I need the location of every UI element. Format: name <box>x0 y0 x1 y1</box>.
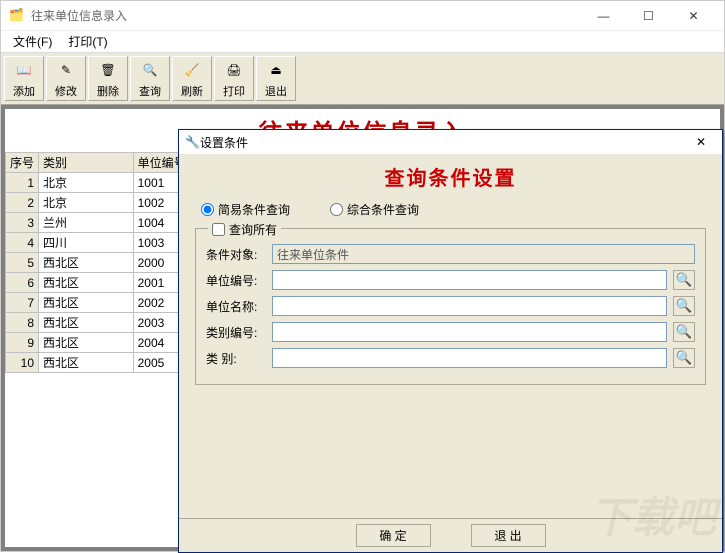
unitname-label: 单位名称: <box>206 298 266 315</box>
trash-icon: 🗑 <box>96 58 120 82</box>
toolbar-refresh[interactable]: 🧹刷新 <box>172 56 212 101</box>
unitname-input[interactable] <box>272 296 667 316</box>
query-dialog: 🔧 设置条件 ✕ 查询条件设置 简易条件查询 综合条件查询 查询所有 条件对象: <box>178 129 723 553</box>
catcode-lookup-button[interactable]: 🔍 <box>673 322 695 342</box>
exit-button[interactable]: 退 出 <box>471 524 546 547</box>
minimize-button[interactable]: — <box>581 2 626 30</box>
maximize-button[interactable]: ☐ <box>626 2 671 30</box>
dialog-icon: 🔧 <box>185 135 200 149</box>
toolbar-edit[interactable]: ✎修改 <box>46 56 86 101</box>
app-icon: 🗂️ <box>9 8 25 24</box>
dialog-title: 设置条件 <box>200 134 686 151</box>
toolbar-print[interactable]: 🖨打印 <box>214 56 254 101</box>
broom-icon: 🧹 <box>180 58 204 82</box>
main-window: 🗂️ 往来单位信息录入 — ☐ ✕ 文件(F) 打印(T) 📖添加 ✎修改 🗑删… <box>0 0 725 552</box>
titlebar: 🗂️ 往来单位信息录入 — ☐ ✕ <box>1 1 724 31</box>
category-label: 类 别: <box>206 350 266 367</box>
menu-file[interactable]: 文件(F) <box>5 31 60 52</box>
unitname-lookup-button[interactable]: 🔍 <box>673 296 695 316</box>
binoculars-icon: 🔍 <box>138 58 162 82</box>
radio-simple[interactable]: 简易条件查询 <box>201 201 290 218</box>
search-icon: 🔍 <box>676 324 693 340</box>
radio-complex[interactable]: 综合条件查询 <box>330 201 419 218</box>
dialog-titlebar[interactable]: 🔧 设置条件 ✕ <box>179 130 722 154</box>
pencil-icon: ✎ <box>54 58 78 82</box>
col-seq[interactable]: 序号 <box>6 153 39 173</box>
obj-label: 条件对象: <box>206 246 266 263</box>
conditions-group: 查询所有 条件对象: 单位编号: 🔍 单位名称: 🔍 类别编号: <box>195 228 706 385</box>
book-icon: 📖 <box>12 58 36 82</box>
unitcode-input[interactable] <box>272 270 667 290</box>
obj-field <box>272 244 695 264</box>
toolbar-add[interactable]: 📖添加 <box>4 56 44 101</box>
catcode-input[interactable] <box>272 322 667 342</box>
toolbar: 📖添加 ✎修改 🗑删除 🔍查询 🧹刷新 🖨打印 ⏏退出 <box>1 53 724 105</box>
category-input[interactable] <box>272 348 667 368</box>
ok-button[interactable]: 确 定 <box>356 524 431 547</box>
dialog-heading: 查询条件设置 <box>195 162 706 191</box>
window-title: 往来单位信息录入 <box>31 7 581 24</box>
query-all-checkbox[interactable] <box>212 223 225 236</box>
toolbar-query[interactable]: 🔍查询 <box>130 56 170 101</box>
toolbar-delete[interactable]: 🗑删除 <box>88 56 128 101</box>
query-all-label: 查询所有 <box>229 221 277 238</box>
search-icon: 🔍 <box>676 350 693 366</box>
dialog-close-button[interactable]: ✕ <box>686 131 716 153</box>
catcode-label: 类别编号: <box>206 324 266 341</box>
unitcode-label: 单位编号: <box>206 272 266 289</box>
category-lookup-button[interactable]: 🔍 <box>673 348 695 368</box>
col-category[interactable]: 类别 <box>39 153 134 173</box>
menu-print[interactable]: 打印(T) <box>60 31 115 52</box>
menubar: 文件(F) 打印(T) <box>1 31 724 53</box>
close-button[interactable]: ✕ <box>671 2 716 30</box>
search-icon: 🔍 <box>676 272 693 288</box>
unitcode-lookup-button[interactable]: 🔍 <box>673 270 695 290</box>
exit-icon: ⏏ <box>264 58 288 82</box>
search-icon: 🔍 <box>676 298 693 314</box>
printer-icon: 🖨 <box>222 58 246 82</box>
toolbar-exit[interactable]: ⏏退出 <box>256 56 296 101</box>
